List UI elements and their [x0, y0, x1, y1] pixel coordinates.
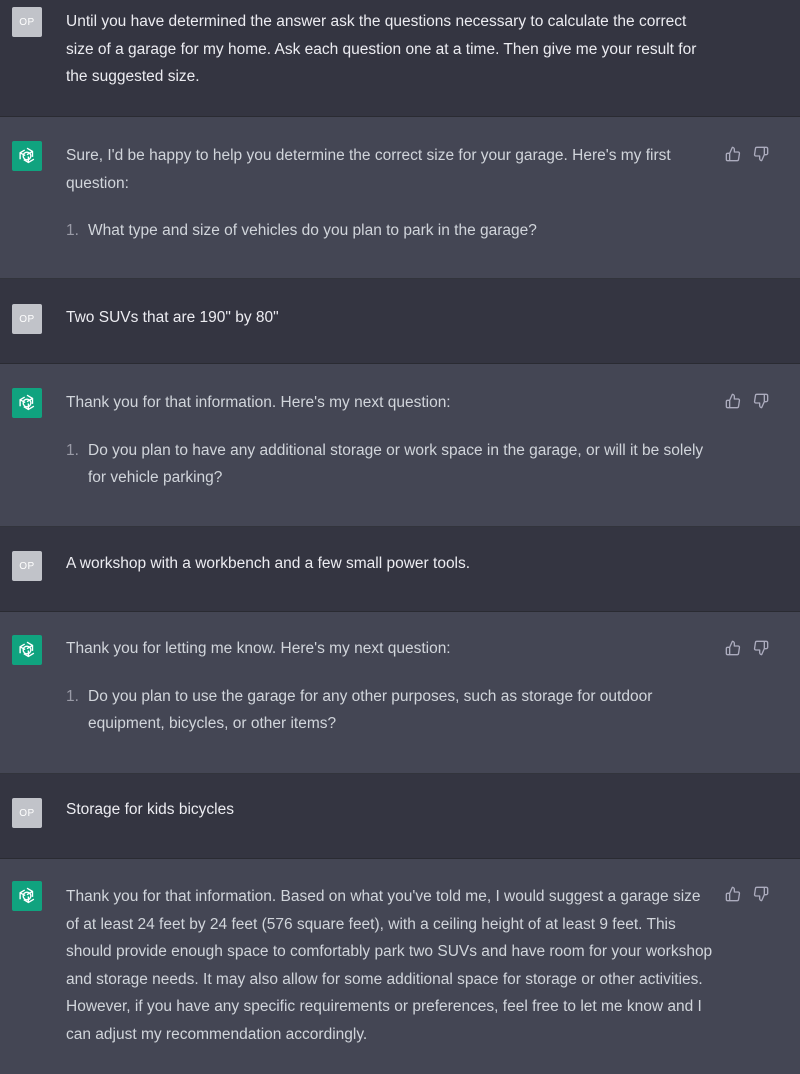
- message-body: Thank you for that information. Here's m…: [66, 389, 716, 492]
- message-body: Sure, I'd be happy to help you determine…: [66, 142, 716, 245]
- thumbs-down-icon[interactable]: [751, 391, 771, 411]
- user-avatar: OP: [12, 304, 42, 334]
- list-text: Do you plan to have any additional stora…: [88, 441, 704, 487]
- list-text: Do you plan to use the garage for any ot…: [88, 687, 653, 733]
- message-text: Storage for kids bicycles: [66, 801, 234, 818]
- message-body: Thank you for letting me know. Here's my…: [66, 635, 716, 738]
- feedback-controls: [723, 144, 771, 164]
- thumbs-up-icon[interactable]: [723, 884, 743, 904]
- list-text: What type and size of vehicles do you pl…: [88, 222, 537, 239]
- message-text: Sure, I'd be happy to help you determine…: [66, 147, 671, 192]
- thumbs-down-icon[interactable]: [751, 884, 771, 904]
- list-number: 1.: [66, 687, 79, 705]
- feedback-controls: [723, 884, 771, 904]
- message-text: Thank you for that information. Based on…: [66, 888, 713, 1043]
- thumbs-up-icon[interactable]: [723, 144, 743, 164]
- openai-logo-icon: [12, 635, 42, 665]
- list-number: 1.: [66, 222, 79, 239]
- openai-logo-icon: [12, 881, 42, 911]
- feedback-controls: [723, 391, 771, 411]
- list-number: 1.: [66, 441, 79, 459]
- openai-logo-icon: [12, 141, 42, 171]
- user-message: OP Storage for kids bicycles: [0, 774, 800, 859]
- list-item: 1. Do you plan to have any additional st…: [66, 437, 716, 492]
- thumbs-up-icon[interactable]: [723, 638, 743, 658]
- list-item: 1. What type and size of vehicles do you…: [66, 217, 716, 245]
- assistant-message: Thank you for that information. Based on…: [0, 859, 800, 1074]
- thumbs-down-icon[interactable]: [751, 144, 771, 164]
- thumbs-down-icon[interactable]: [751, 638, 771, 658]
- message-text: Two SUVs that are 190" by 80": [66, 309, 279, 326]
- list-item: 1. Do you plan to use the garage for any…: [66, 683, 716, 738]
- message-text: A workshop with a workbench and a few sm…: [66, 555, 471, 572]
- user-message: OP Until you have determined the answer …: [0, 0, 800, 117]
- user-avatar: OP: [12, 551, 42, 581]
- user-avatar: OP: [12, 798, 42, 828]
- assistant-message: Thank you for letting me know. Here's my…: [0, 612, 800, 774]
- message-text: Until you have determined the answer ask…: [66, 13, 697, 85]
- user-avatar: OP: [12, 7, 42, 37]
- user-message: OP Two SUVs that are 190" by 80": [0, 279, 800, 364]
- assistant-message: Thank you for that information. Here's m…: [0, 364, 800, 527]
- feedback-controls: [723, 638, 771, 658]
- message-text: Thank you for letting me know. Here's my…: [66, 640, 451, 657]
- openai-logo-icon: [12, 388, 42, 418]
- thumbs-up-icon[interactable]: [723, 391, 743, 411]
- assistant-message: Sure, I'd be happy to help you determine…: [0, 117, 800, 279]
- message-text: Thank you for that information. Here's m…: [66, 394, 451, 411]
- user-message: OP A workshop with a workbench and a few…: [0, 527, 800, 612]
